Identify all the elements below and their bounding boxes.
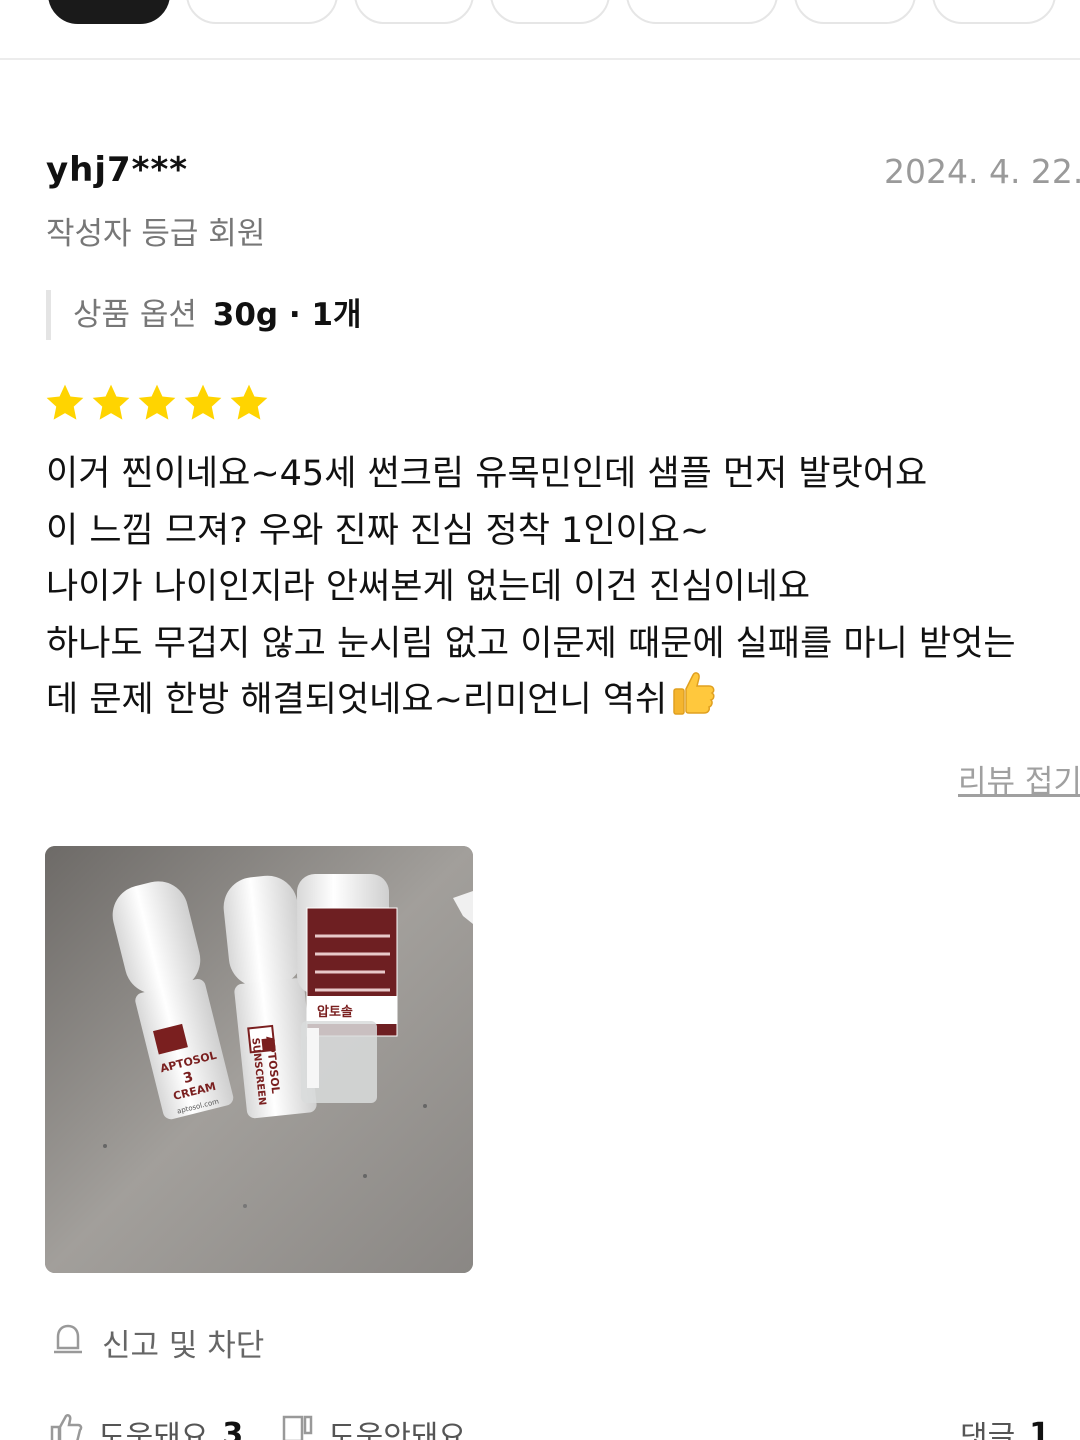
filter-chip[interactable] <box>626 0 778 24</box>
comments-button[interactable]: 댓글 1 <box>960 1412 1050 1440</box>
filter-chip[interactable] <box>794 0 916 24</box>
star-icon <box>92 384 130 420</box>
svg-text:압토솔: 압토솔 <box>317 1005 353 1020</box>
review-page: yhj7*** 2024. 4. 22. 작성자 등급 회원 상품 옵션 30g… <box>0 0 1080 1440</box>
filter-chip[interactable] <box>186 0 338 24</box>
star-icon <box>46 384 84 420</box>
filter-chip[interactable] <box>932 0 1056 24</box>
option-label: 상품 옵션 <box>73 297 197 333</box>
review-photo[interactable]: APTOSOL 3 CREAM aptosol.com APTOSOL SUNS… <box>45 846 473 1273</box>
star-icon <box>138 384 176 420</box>
star-icon <box>184 384 222 420</box>
option-value: 30g · 1개 <box>212 297 362 333</box>
report-block-button[interactable]: 신고 및 차단 <box>52 1320 264 1365</box>
review-text-line: 데 문제 한방 해결되엇네요~리미언니 역쉬 <box>46 671 1076 729</box>
filter-chip[interactable] <box>490 0 610 24</box>
filter-chip[interactable] <box>48 0 170 24</box>
review-text-line: 이 느낌 므져? 우와 진짜 진심 정착 1인이요~ <box>46 510 710 551</box>
helpful-label: 도움돼요 <box>98 1420 209 1440</box>
product-option: 상품 옵션 30g · 1개 <box>46 290 362 340</box>
filter-chip[interactable] <box>354 0 474 24</box>
report-label: 신고 및 차단 <box>102 1328 265 1364</box>
comments-count: 1 <box>1029 1416 1051 1440</box>
review-text: 이거 찐이네요~45세 썬크림 유목민인데 샘플 먼저 발랏어요 이 느낌 므져… <box>46 446 1076 729</box>
collapse-review-link[interactable]: 리뷰 접기 <box>958 756 1080 801</box>
review-author: yhj7*** <box>46 150 189 190</box>
star-rating <box>44 382 270 424</box>
helpful-count: 3 <box>222 1416 244 1440</box>
thumbs-up-icon <box>50 1413 84 1440</box>
author-grade: 작성자 등급 회원 <box>46 216 266 252</box>
thumbs-up-emoji <box>669 667 719 735</box>
review-text-line: 이거 찐이네요~45세 썬크림 유목민인데 샘플 먼저 발랏어요 <box>46 454 928 494</box>
review-text-line: 하나도 무겁지 않고 눈시림 없고 이문제 때문에 실패를 마니 받엇는 <box>46 623 1016 664</box>
helpful-button[interactable]: 도움돼요 3 <box>50 1412 243 1440</box>
star-icon <box>230 384 268 420</box>
review-action-row: 도움돼요 3 도움안돼요 댓글 1 <box>50 1412 1080 1440</box>
filter-chip-strip <box>0 0 1080 60</box>
comments-label: 댓글 <box>960 1420 1016 1440</box>
not-helpful-label: 도움안돼요 <box>328 1420 466 1440</box>
not-helpful-button[interactable]: 도움안돼요 <box>280 1412 466 1440</box>
review-text-line: 나이가 나이인지라 안써본게 없는데 이건 진심이네요 <box>46 567 811 607</box>
review-date: 2024. 4. 22. <box>884 152 1080 191</box>
thumbs-down-icon <box>280 1413 314 1440</box>
bell-icon <box>52 1322 84 1364</box>
